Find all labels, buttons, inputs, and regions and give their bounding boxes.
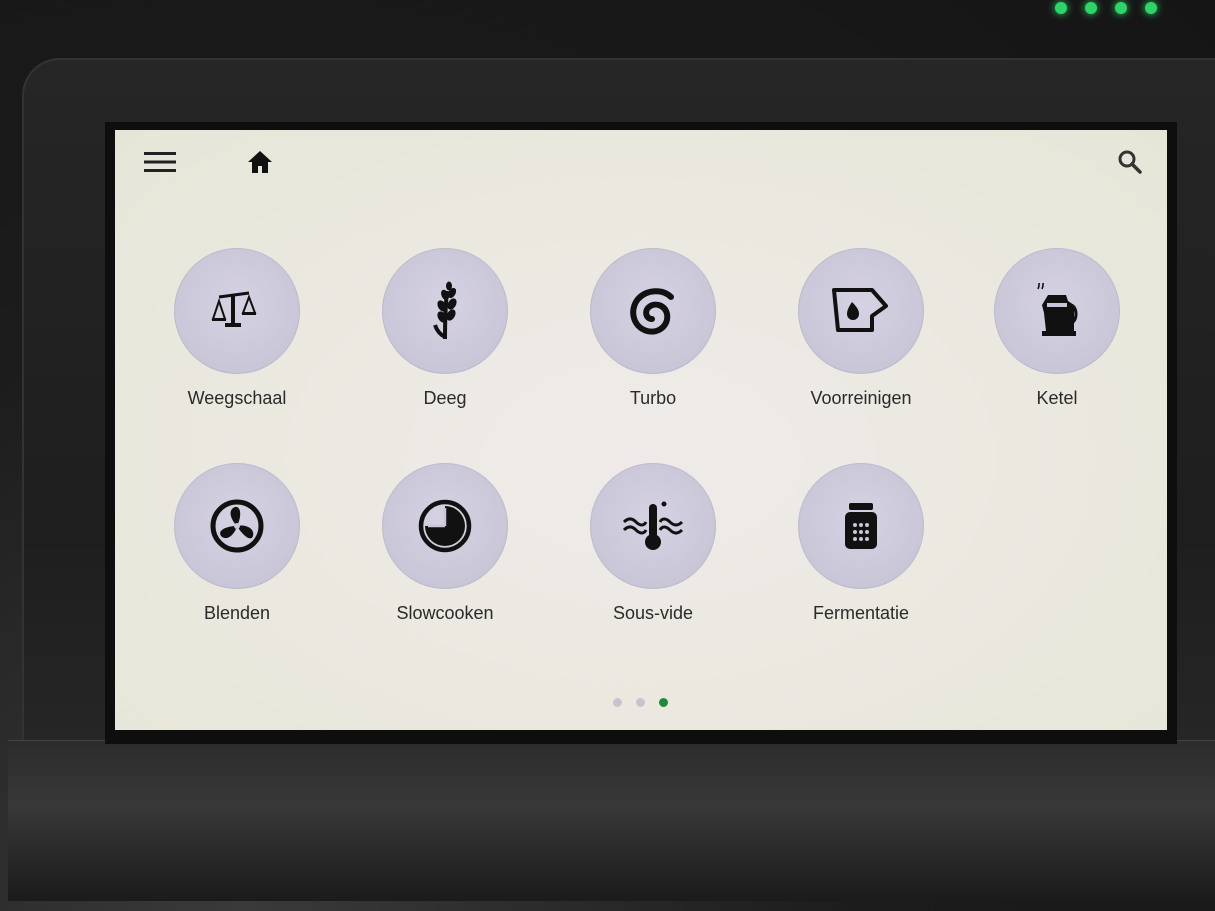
status-led [1145,2,1157,14]
device-photo: Weegschaal Deeg Turbo Voorreinigen Ketel… [0,0,1215,911]
page-indicator [613,698,668,707]
spiral-icon [630,288,674,335]
tile-circle [798,463,924,589]
tile-sous-vide[interactable]: Sous-vide [573,463,733,624]
jar-icon [845,503,877,549]
fan-blade-icon [210,499,264,553]
status-led [1115,2,1127,14]
tile-fermentatie[interactable]: Fermentatie [781,463,941,624]
kettle-icon [1037,283,1078,336]
tile-circle [174,463,300,589]
scale-icon [211,291,257,327]
clock-icon [418,499,472,553]
tile-circle [174,248,300,374]
tile-turbo[interactable]: Turbo [573,248,733,409]
tile-circle [382,248,508,374]
search-button[interactable] [1110,144,1150,180]
page-dot[interactable] [636,698,645,707]
device-base [8,740,1215,901]
tile-circle [590,248,716,374]
status-led [1085,2,1097,14]
tile-circle [382,463,508,589]
tile-label: Weegschaal [187,388,287,408]
status-leds [1055,2,1157,14]
tile-circle [590,463,716,589]
thermometer-waves-icon [622,501,684,550]
status-led [1055,2,1067,14]
menu-button[interactable] [140,144,180,180]
tile-label: Voorreinigen [810,388,912,408]
tile-label: Sous-vide [612,603,694,623]
tile-label: Blenden [203,603,271,623]
touch-screen: Weegschaal Deeg Turbo Voorreinigen Ketel… [115,130,1167,730]
tile-label: Slowcooken [396,603,494,623]
tile-slowcooken[interactable]: Slowcooken [365,463,525,624]
page-dot[interactable] [613,698,622,707]
hamburger-menu-icon [144,152,176,172]
page-dot-active[interactable] [659,698,668,707]
tile-ketel[interactable]: Ketel [977,248,1137,409]
home-icon [248,151,272,173]
cup-drop-icon [832,288,888,332]
tile-voorreinigen[interactable]: Voorreinigen [781,248,941,409]
tile-blenden[interactable]: Blenden [157,463,317,624]
home-button[interactable] [240,144,280,180]
tile-label: Deeg [423,388,467,408]
tile-deeg[interactable]: Deeg [365,248,525,409]
tile-label: Ketel [1036,388,1078,408]
tile-circle [798,248,924,374]
tile-label: Turbo [629,388,677,408]
tile-label: Fermentatie [812,603,910,623]
search-icon [1118,150,1142,174]
tile-weegschaal[interactable]: Weegschaal [157,248,317,409]
tile-circle [994,248,1120,374]
wheat-icon [433,281,457,340]
